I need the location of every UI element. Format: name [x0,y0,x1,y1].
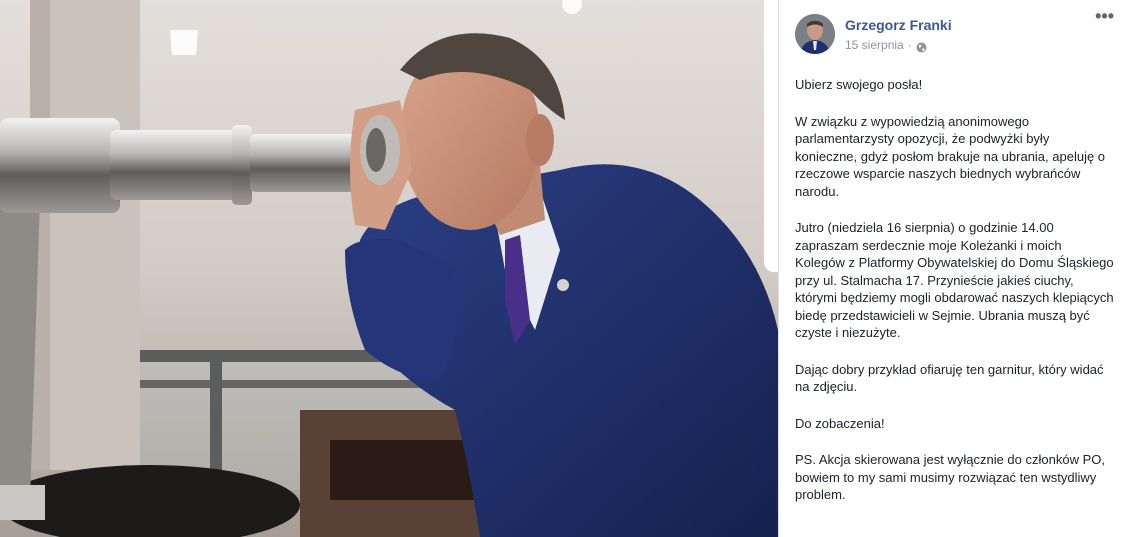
photo-lightbox: Grzegorz Franki 15 sierpnia · ••• Ubierz [0,0,1134,537]
avatar-image [795,14,835,54]
post-paragraph: PS. Akcja skierowana jest wyłącznie do c… [795,452,1105,502]
post-paragraph: Ubierz swojego posła! [795,77,923,92]
meta-separator: · [907,38,912,52]
post-paragraph: Dając dobry przykład ofiaruję ten garnit… [795,361,1104,395]
post-meta: Grzegorz Franki 15 sierpnia · [845,14,1116,54]
panel-edge [764,0,778,272]
post-paragraph: Jutro (niedziela 16 sierpnia) o godzinie… [795,220,1114,340]
post-text: Ubierz swojego posła! W związku z wypowi… [795,76,1116,504]
post-paragraph: Do zobaczenia! [795,415,885,431]
post-photo[interactable] [0,0,778,537]
post-date-link[interactable]: 15 sierpnia [845,36,904,54]
post-date-line: 15 sierpnia · [845,36,1116,54]
post-header: Grzegorz Franki 15 sierpnia · [795,14,1116,58]
avatar[interactable] [795,14,835,54]
post-sidebar: Grzegorz Franki 15 sierpnia · ••• Ubierz [778,0,1134,537]
globe-icon[interactable] [916,40,927,52]
more-options-icon[interactable]: ••• [1095,7,1114,25]
post-paragraph: W związku z wypowiedzią anonimowego parl… [795,113,1106,199]
author-name-link[interactable]: Grzegorz Franki [845,16,1116,34]
photo-illustration [0,0,778,537]
